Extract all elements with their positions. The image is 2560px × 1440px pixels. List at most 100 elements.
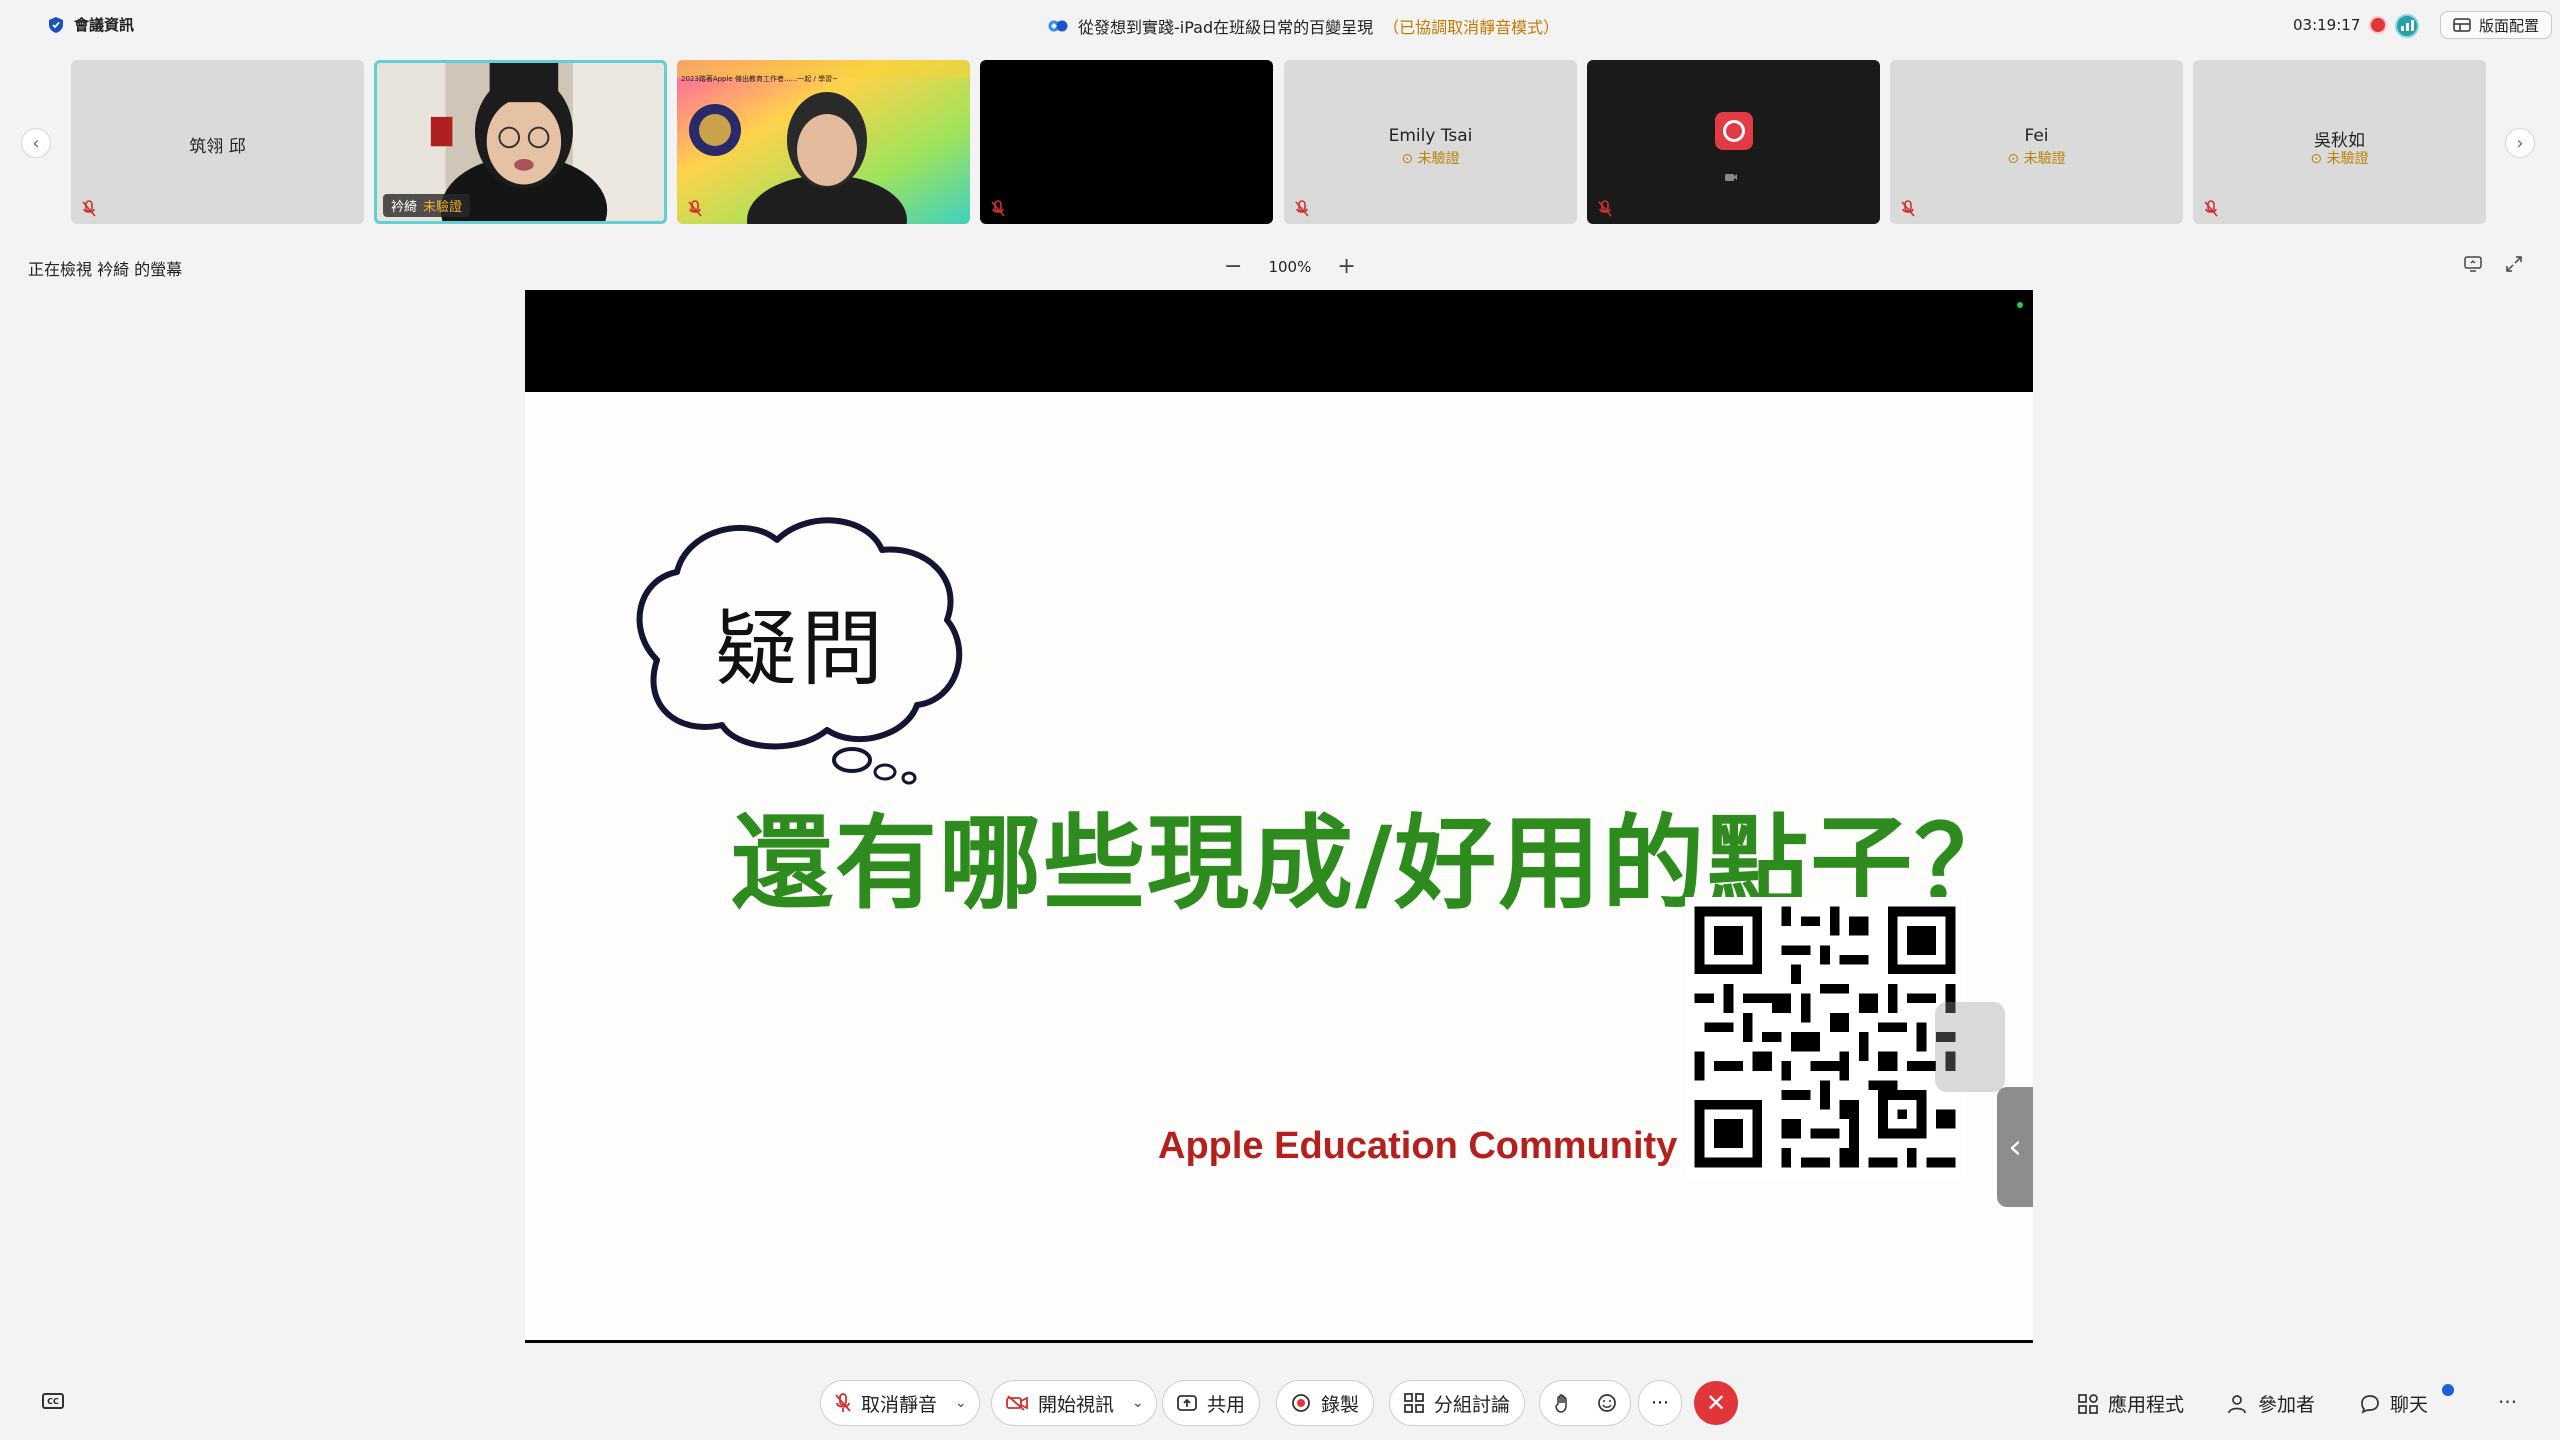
more-dots-icon: ··· <box>1650 1392 1670 1414</box>
mic-muted-icon <box>1295 200 1309 217</box>
fullscreen-icon[interactable] <box>2506 256 2522 272</box>
mic-muted-icon <box>1901 200 1915 217</box>
camera-off-icon <box>1725 174 1737 181</box>
app-logo-icon <box>1715 112 1753 150</box>
unverified-badge: ⊙ 未驗證 <box>2007 151 2066 167</box>
view-options <box>2464 256 2522 272</box>
participant-tile[interactable]: 2023踏著Apple 傑出教育工作者......一起 / 學習~ <box>677 60 970 224</box>
share-label: 共用 <box>1207 1393 1246 1416</box>
unmute-button[interactable]: 取消靜音 <box>821 1381 951 1425</box>
apps-label: 應用程式 <box>2108 1394 2185 1416</box>
meeting-info-button[interactable]: 會議資訊 <box>48 14 134 35</box>
viewing-screen-label: 正在檢視 衿綺 的螢幕 <box>28 260 183 279</box>
mic-muted-icon <box>688 200 702 217</box>
participant-tile-active-speaker[interactable]: 衿綺 未驗證 <box>374 60 667 224</box>
participant-video <box>677 60 970 224</box>
apps-button[interactable]: 應用程式 <box>2078 1390 2184 1417</box>
strip-next-button[interactable]: › <box>2505 128 2535 158</box>
record-icon <box>1292 1394 1310 1412</box>
breakout-label: 分組討論 <box>1434 1393 1511 1416</box>
audio-options-chevron-icon[interactable]: ⌄ <box>951 1395 979 1411</box>
raise-hand-icon[interactable] <box>1554 1393 1570 1413</box>
apps-icon <box>2078 1393 2098 1414</box>
presentation-slide: 疑問 還有哪些現成/好用的點子？ Apple Education Communi… <box>525 392 2033 1340</box>
chat-button[interactable]: 聊天 <box>2360 1390 2428 1417</box>
layout-button-label: 版面配置 <box>2479 16 2540 35</box>
unverified-badge: 未驗證 <box>423 200 463 215</box>
mic-muted-icon <box>835 1393 851 1412</box>
record-label: 錄製 <box>1321 1393 1360 1416</box>
reactions-group <box>1539 1380 1631 1426</box>
close-icon: ✕ <box>1705 1389 1727 1417</box>
meeting-info-label: 會議資訊 <box>74 16 135 34</box>
participant-name: 衿綺 <box>391 200 418 215</box>
share-screen-icon <box>1177 1395 1197 1411</box>
cloud-text: 疑問 <box>715 602 888 697</box>
share-button[interactable]: 共用 <box>1162 1380 1261 1426</box>
participant-tile[interactable]: 吳秋如 ⊙ 未驗證 <box>2193 60 2486 224</box>
mic-muted-icon <box>991 200 1005 217</box>
breakout-button-content: 分組討論 <box>1390 1381 1524 1425</box>
zoom-logo-icon <box>1048 20 1068 32</box>
chat-notification-badge <box>2442 1384 2454 1396</box>
strip-prev-button[interactable]: ‹ <box>21 128 51 158</box>
layout-button[interactable]: 版面配置 <box>2440 11 2553 39</box>
video-control: 開始視訊 ⌄ <box>991 1380 1157 1426</box>
participants-label: 參加者 <box>2258 1394 2316 1416</box>
share-button-content: 共用 <box>1163 1381 1259 1425</box>
shield-icon <box>49 16 63 33</box>
participant-tile[interactable]: Fei ⊙ 未驗證 <box>1890 60 2183 224</box>
breakout-rooms-icon <box>1404 1393 1424 1413</box>
start-video-button[interactable]: 開始視訊 <box>992 1381 1128 1425</box>
unmute-control: 取消靜音 ⌄ <box>820 1380 980 1426</box>
unverified-badge: ⊙ 未驗證 <box>2310 151 2369 167</box>
meeting-title: 從發想到實踐-iPad在班級日常的百變呈現 （已協調取消靜音模式） <box>1048 14 1559 38</box>
mic-muted-icon <box>1598 200 1612 217</box>
chevron-left-icon: ‹ <box>2008 1127 2022 1167</box>
participants-icon <box>2228 1394 2246 1413</box>
video-options-chevron-icon[interactable]: ⌄ <box>1128 1395 1156 1411</box>
community-brand: Apple Education Community <box>1158 1125 1678 1167</box>
recording-indicator-icon[interactable] <box>2369 16 2387 34</box>
meeting-timer: 03:19:17 <box>2293 16 2361 34</box>
meeting-title-text: 從發想到實踐-iPad在班級日常的百變呈現 <box>1078 18 1374 37</box>
zoom-in-button[interactable]: + <box>1337 254 1355 279</box>
participants-button[interactable]: 參加者 <box>2228 1390 2315 1417</box>
chat-icon <box>2361 1394 2379 1414</box>
chat-label: 聊天 <box>2390 1394 2429 1416</box>
start-video-label: 開始視訊 <box>1038 1393 1115 1416</box>
participant-tile[interactable] <box>980 60 1273 224</box>
captions-icon[interactable]: CC <box>42 1393 64 1409</box>
participant-tile[interactable]: 筑翎 邱 <box>71 60 364 224</box>
mic-muted-icon <box>2204 200 2218 217</box>
unverified-badge: ⊙ 未驗證 <box>1401 151 1460 167</box>
chevron-right-icon: › <box>2516 132 2524 154</box>
chevron-left-icon: ‹ <box>32 132 40 154</box>
screen-share-view-icon[interactable] <box>2464 256 2482 272</box>
leave-meeting-button[interactable]: ✕ <box>1694 1381 1738 1425</box>
participant-name-tag: 衿綺 未驗證 <box>383 194 471 217</box>
participant-name: Emily Tsai <box>1388 126 1473 146</box>
more-options-button[interactable]: ··· <box>1638 1380 1682 1426</box>
zoom-out-button[interactable]: − <box>1224 254 1242 279</box>
unmute-label: 取消靜音 <box>861 1393 938 1416</box>
participant-tile[interactable]: Emily Tsai ⊙ 未驗證 <box>1284 60 1577 224</box>
more-dots-icon[interactable]: ··· <box>2498 1390 2517 1414</box>
breakout-rooms-button[interactable]: 分組討論 <box>1389 1380 1526 1426</box>
zoom-level: 100% <box>1268 257 1312 276</box>
top-bar: 會議資訊 從發想到實踐-iPad在班級日常的百變呈現 （已協調取消靜音模式） 0… <box>0 0 2560 52</box>
mute-mode-note: （已協調取消靜音模式） <box>1383 18 1560 37</box>
video-banner-text: 2023踏著Apple 傑出教育工作者......一起 / 學習~ <box>681 75 838 83</box>
qr-code <box>1685 897 1965 1177</box>
participant-name: Fei <box>2024 126 2049 146</box>
shared-screen[interactable]: 疑問 還有哪些現成/好用的點子？ Apple Education Communi… <box>525 290 2033 1343</box>
record-button-content: 錄製 <box>1277 1381 1373 1425</box>
emoji-reaction-icon[interactable] <box>1597 1393 1617 1413</box>
collapse-panel-button[interactable]: ‹ <box>1997 1087 2033 1207</box>
connection-signal-icon[interactable] <box>2395 14 2419 38</box>
record-button[interactable]: 錄製 <box>1276 1380 1375 1426</box>
participant-tile[interactable] <box>1587 60 1880 224</box>
grid-layout-icon <box>2453 18 2471 32</box>
mic-muted-icon <box>82 200 96 217</box>
zoom-controls: − 100% + <box>1224 254 1356 279</box>
